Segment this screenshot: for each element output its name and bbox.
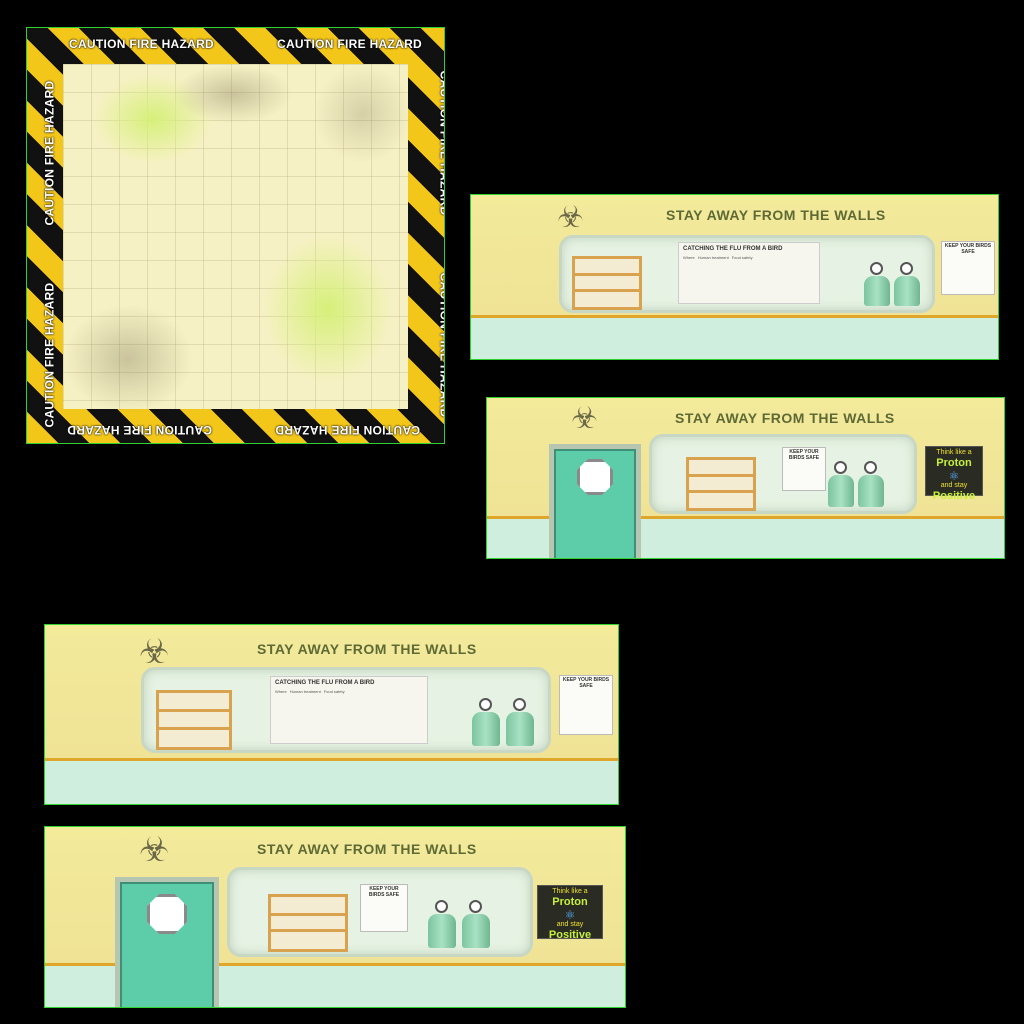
poster-column: Where <box>683 255 695 260</box>
bird-safety-sign: KEEP YOUR BIRDS SAFE <box>360 884 408 932</box>
wall-title: STAY AWAY FROM THE WALLS <box>257 841 477 857</box>
caution-label: CAUTION FIRE HAZARD <box>42 80 57 226</box>
supply-shelf <box>572 256 642 310</box>
supply-shelf <box>268 894 348 952</box>
poster-title: CATCHING THE FLU FROM A BIRD <box>683 246 783 252</box>
wall-lower-green <box>45 758 618 804</box>
lab-window: KEEP YOUR BIRDS SAFE <box>649 434 917 514</box>
caution-label: CAUTION FIRE HAZARD <box>69 37 215 51</box>
poster-column: Where <box>275 689 287 694</box>
gas-tank <box>472 712 500 746</box>
floor-tile-caution: CAUTION FIRE HAZARD CAUTION FIRE HAZARD … <box>26 27 445 444</box>
lab-window: CATCHING THE FLU FROM A BIRD Where Human… <box>559 235 935 313</box>
flu-poster: CATCHING THE FLU FROM A BIRD Where Human… <box>270 676 428 744</box>
sign-title: KEEP YOUR BIRDS SAFE <box>944 243 992 255</box>
caution-label: CAUTION FIRE HAZARD <box>437 70 445 216</box>
bird-safety-sign: KEEP YOUR BIRDS SAFE <box>782 447 826 491</box>
proton-poster: Think like a Proton ⚛ and stay Positive <box>537 885 603 941</box>
lab-door <box>115 877 219 1007</box>
gauge-icon <box>864 461 877 474</box>
wall-title: STAY AWAY FROM THE WALLS <box>675 410 895 426</box>
poster-column: Food safety <box>731 255 753 260</box>
sign-title: KEEP YOUR BIRDS SAFE <box>788 449 820 461</box>
wall-title: STAY AWAY FROM THE WALLS <box>257 641 477 657</box>
wall-trim <box>45 758 618 761</box>
shadow-stain <box>173 64 293 124</box>
proton-line: Proton <box>552 896 588 909</box>
biohazard-icon: ☣ <box>139 633 170 671</box>
proton-poster: Think like a Proton ⚛ and stay Positive <box>925 446 983 502</box>
biohazard-icon: ☣ <box>557 201 584 234</box>
shadow-stain <box>63 304 193 414</box>
poster-column: Human treatment <box>697 255 729 260</box>
gas-tank <box>462 914 490 948</box>
poster-column: Food safety <box>323 689 345 694</box>
gauge-icon <box>479 698 492 711</box>
biohazard-icon: ☣ <box>139 831 170 869</box>
gauge-icon <box>435 900 448 913</box>
gauge-icon <box>900 262 913 275</box>
gauge-icon <box>513 698 526 711</box>
poster-column: Human treatment <box>289 689 321 694</box>
sign-title: KEEP YOUR BIRDS SAFE <box>368 886 400 898</box>
supply-shelf <box>156 690 232 750</box>
gas-tank <box>858 475 884 507</box>
poster-title: CATCHING THE FLU FROM A BIRD <box>275 680 375 686</box>
biohazard-icon: ☣ <box>571 402 598 435</box>
proton-line: Positive <box>548 928 592 941</box>
gas-tank <box>828 475 854 507</box>
proton-line: Positive <box>932 489 976 502</box>
slime-stain <box>263 234 393 384</box>
sign-title: KEEP YOUR BIRDS SAFE <box>562 677 610 689</box>
wall-title: STAY AWAY FROM THE WALLS <box>666 207 886 223</box>
caution-label: CAUTION FIRE HAZARD <box>67 423 213 437</box>
wall-panel-door-small: ☣ STAY AWAY FROM THE WALLS KEEP YOUR BIR… <box>486 397 1005 559</box>
atom-icon: ⚛ <box>564 907 576 922</box>
gas-tank <box>864 276 890 306</box>
door-porthole <box>577 459 613 495</box>
proton-line: Proton <box>936 457 972 470</box>
gas-tank <box>894 276 920 306</box>
proton-line: Think like a <box>936 449 972 456</box>
proton-line: and stay <box>940 481 968 489</box>
supply-shelf <box>686 457 756 511</box>
door-porthole <box>147 894 187 934</box>
bird-safety-sign: KEEP YOUR BIRDS SAFE <box>941 241 995 295</box>
caution-label: CAUTION FIRE HAZARD <box>275 423 421 437</box>
lab-window: KEEP YOUR BIRDS SAFE <box>227 867 533 957</box>
lab-window: CATCHING THE FLU FROM A BIRD Where Human… <box>141 667 551 753</box>
flu-poster: CATCHING THE FLU FROM A BIRD Where Human… <box>678 242 820 304</box>
proton-line: Think like a <box>552 888 588 895</box>
proton-line: and stay <box>556 920 584 928</box>
gauge-icon <box>834 461 847 474</box>
wall-lower-green <box>471 315 998 359</box>
caution-label: CAUTION FIRE HAZARD <box>277 37 423 51</box>
bird-safety-sign: KEEP YOUR BIRDS SAFE <box>559 675 613 735</box>
caution-label: CAUTION FIRE HAZARD <box>42 282 57 428</box>
atom-icon: ⚛ <box>948 468 960 483</box>
shadow-stain <box>313 64 413 164</box>
wall-panel-poster-small: ☣ STAY AWAY FROM THE WALLS CATCHING THE … <box>470 194 999 360</box>
gas-tank <box>428 914 456 948</box>
gas-tank <box>506 712 534 746</box>
gauge-icon <box>469 900 482 913</box>
gauge-icon <box>870 262 883 275</box>
wall-trim <box>471 315 998 318</box>
floor-grid <box>63 64 413 414</box>
wall-panel-door-large: ☣ STAY AWAY FROM THE WALLS KEEP YOUR BIR… <box>44 826 626 1008</box>
wall-panel-poster-large: ☣ STAY AWAY FROM THE WALLS CATCHING THE … <box>44 624 619 805</box>
lab-door <box>549 444 641 558</box>
caution-label: CAUTION FIRE HAZARD <box>437 272 445 418</box>
